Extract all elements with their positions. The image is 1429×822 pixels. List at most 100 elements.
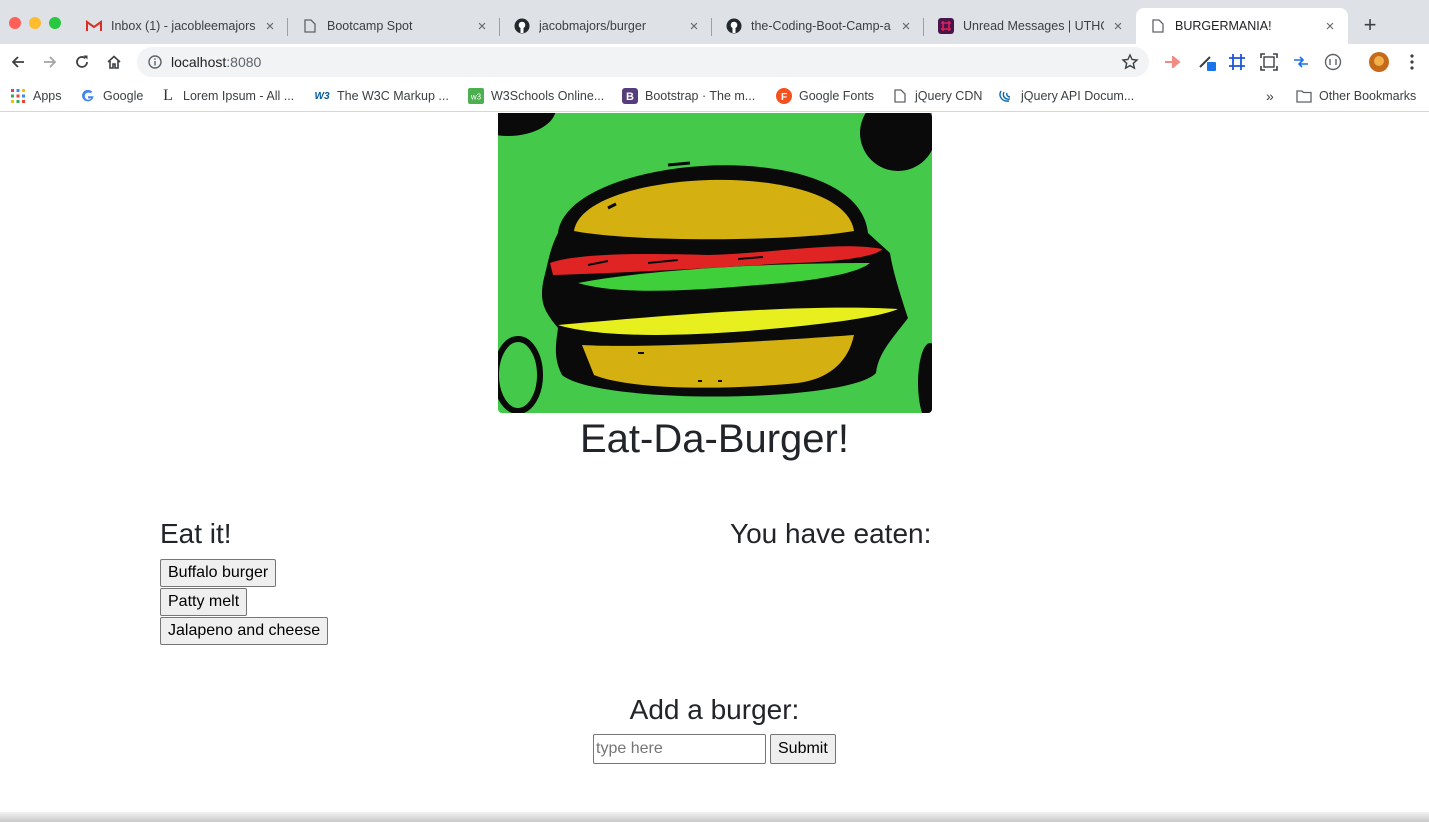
bookmark-jquery-cdn[interactable]: jQuery CDN (892, 86, 982, 106)
bookmark-jquery-api[interactable]: jQuery API Docum... (998, 86, 1134, 106)
tab-title: Inbox (1) - jacobleemajors (111, 19, 256, 33)
info-icon[interactable] (147, 54, 163, 70)
github-icon (514, 18, 530, 34)
close-tab-icon[interactable]: × (262, 18, 278, 35)
back-arrow-icon (11, 56, 24, 68)
devour-button-patty-melt[interactable]: Patty melt (160, 588, 248, 616)
gmail-icon (86, 18, 102, 34)
page-icon (892, 88, 908, 104)
burger-hero-image (498, 113, 932, 413)
tab-burgermania[interactable]: BURGERMANIA! × (1136, 8, 1348, 44)
close-tab-icon[interactable]: × (898, 18, 914, 35)
bookmark-apps[interactable]: Apps (10, 86, 62, 106)
bookmark-w3c[interactable]: W3 The W3C Markup ... (314, 86, 449, 106)
bookmarks-bar: Apps Google L Lorem Ipsum - All ... W3 T… (0, 80, 1429, 112)
extension-screenshot-icon[interactable] (1259, 52, 1279, 72)
w3c-icon: W3 (314, 90, 330, 102)
bookmark-label: W3Schools Online... (491, 89, 605, 103)
tab-slack[interactable]: Unread Messages | UTHO × (924, 8, 1136, 44)
bookmark-w3schools[interactable]: w3 W3Schools Online... (468, 86, 604, 106)
list-item: Jalapeno and cheese (160, 617, 329, 646)
maximize-window-button[interactable] (49, 17, 61, 29)
extension-red-icon[interactable] (1163, 52, 1183, 72)
other-bookmarks-label: Other Bookmarks (1319, 89, 1417, 103)
close-tab-icon[interactable]: × (686, 18, 702, 35)
url-port: :8080 (226, 54, 262, 70)
bookmark-bootstrap[interactable]: B Bootstrap · The m... (622, 86, 755, 106)
github-icon (726, 18, 742, 34)
bookmark-label: Bootstrap · The m... (645, 89, 756, 103)
tab-gmail[interactable]: Inbox (1) - jacobleemajors × (72, 8, 288, 44)
bookmark-lorem-ipsum[interactable]: L Lorem Ipsum - All ... (160, 86, 294, 106)
bootstrap-icon: B (622, 88, 638, 104)
submit-button[interactable]: Submit (770, 734, 836, 764)
bookmarks-overflow-button[interactable]: » (1266, 86, 1274, 106)
jquery-icon (998, 88, 1014, 104)
address-bar[interactable]: localhost :8080 (137, 47, 1149, 77)
add-burger-heading: Add a burger: (629, 694, 800, 725)
close-tab-icon[interactable]: × (1110, 18, 1126, 35)
tab-title: BURGERMANIA! (1175, 19, 1272, 33)
uneaten-burger-list: Buffalo burger Patty melt Jalapeno and c… (160, 559, 329, 646)
tab-title: Bootcamp Spot (327, 19, 413, 33)
page-icon (302, 18, 318, 34)
reload-icon (76, 55, 88, 68)
profile-avatar[interactable] (1369, 52, 1389, 72)
bookmark-label: The W3C Markup ... (337, 89, 449, 103)
bookmark-label: jQuery API Docum... (1021, 89, 1135, 103)
reload-button[interactable] (70, 50, 94, 74)
bookmark-google-fonts[interactable]: F Google Fonts (776, 86, 874, 106)
back-button[interactable] (6, 50, 30, 74)
svg-text:B: B (626, 91, 634, 103)
folder-icon (1296, 88, 1312, 104)
bookmark-star-icon[interactable] (1121, 53, 1139, 71)
extension-circle-icon[interactable] (1323, 52, 1343, 72)
tab-github-burger[interactable]: jacobmajors/burger × (500, 8, 712, 44)
lorem-ipsum-icon: L (163, 87, 173, 104)
tab-github-bootcamp[interactable]: the-Coding-Boot-Camp-a × (712, 8, 924, 44)
home-button[interactable] (102, 50, 126, 74)
bookmark-label: Lorem Ipsum - All ... (183, 89, 295, 103)
extension-dropper-icon[interactable] (1197, 52, 1217, 72)
home-icon (107, 55, 121, 69)
forward-arrow-icon (44, 56, 57, 68)
bookmark-label: Google Fonts (799, 89, 875, 103)
svg-text:F: F (781, 92, 787, 103)
eat-it-heading: Eat it! (160, 518, 232, 549)
close-tab-icon[interactable]: × (1322, 18, 1338, 35)
page-title: Eat-Da-Burger! (580, 417, 849, 461)
tab-title: the-Coding-Boot-Camp-a (751, 19, 891, 33)
page-icon (1150, 18, 1166, 34)
bookmark-label: jQuery CDN (915, 89, 983, 103)
tab-strip: Inbox (1) - jacobleemajors × Bootcamp Sp… (0, 0, 1429, 44)
burger-name-input[interactable] (593, 734, 766, 764)
add-burger-form: Submit (593, 734, 836, 764)
menu-kebab-icon[interactable] (1402, 52, 1422, 72)
devour-button-buffalo-burger[interactable]: Buffalo burger (160, 559, 277, 587)
svg-text:w3: w3 (470, 93, 482, 102)
close-tab-icon[interactable]: × (474, 18, 490, 35)
tab-title: jacobmajors/burger (539, 19, 646, 33)
bookmark-google[interactable]: Google (80, 86, 143, 106)
minimize-window-button[interactable] (29, 17, 41, 29)
apps-grid-icon (10, 88, 26, 104)
google-icon (80, 88, 96, 104)
new-tab-button[interactable]: + (1358, 14, 1382, 38)
window-bottom-edge (0, 812, 1429, 822)
bookmark-label: Apps (33, 89, 62, 103)
browser-toolbar: localhost :8080 (0, 44, 1429, 80)
tab-title: Unread Messages | UTHO (963, 19, 1104, 33)
tab-bootcamp-spot[interactable]: Bootcamp Spot × (288, 8, 500, 44)
eaten-heading: You have eaten: (730, 518, 932, 549)
extension-grid-icon[interactable] (1227, 52, 1247, 72)
page-content: Eat-Da-Burger! Eat it! You have eaten: B… (0, 113, 1429, 817)
bookmark-label: Google (103, 89, 144, 103)
extension-arrows-icon[interactable] (1291, 52, 1311, 72)
forward-button[interactable] (38, 50, 62, 74)
devour-button-jalapeno-and-cheese[interactable]: Jalapeno and cheese (160, 617, 329, 645)
other-bookmarks[interactable]: Other Bookmarks (1296, 86, 1416, 106)
slack-icon (938, 18, 954, 34)
url-host: localhost (171, 54, 227, 70)
list-item: Buffalo burger (160, 559, 328, 588)
close-window-button[interactable] (9, 17, 21, 29)
